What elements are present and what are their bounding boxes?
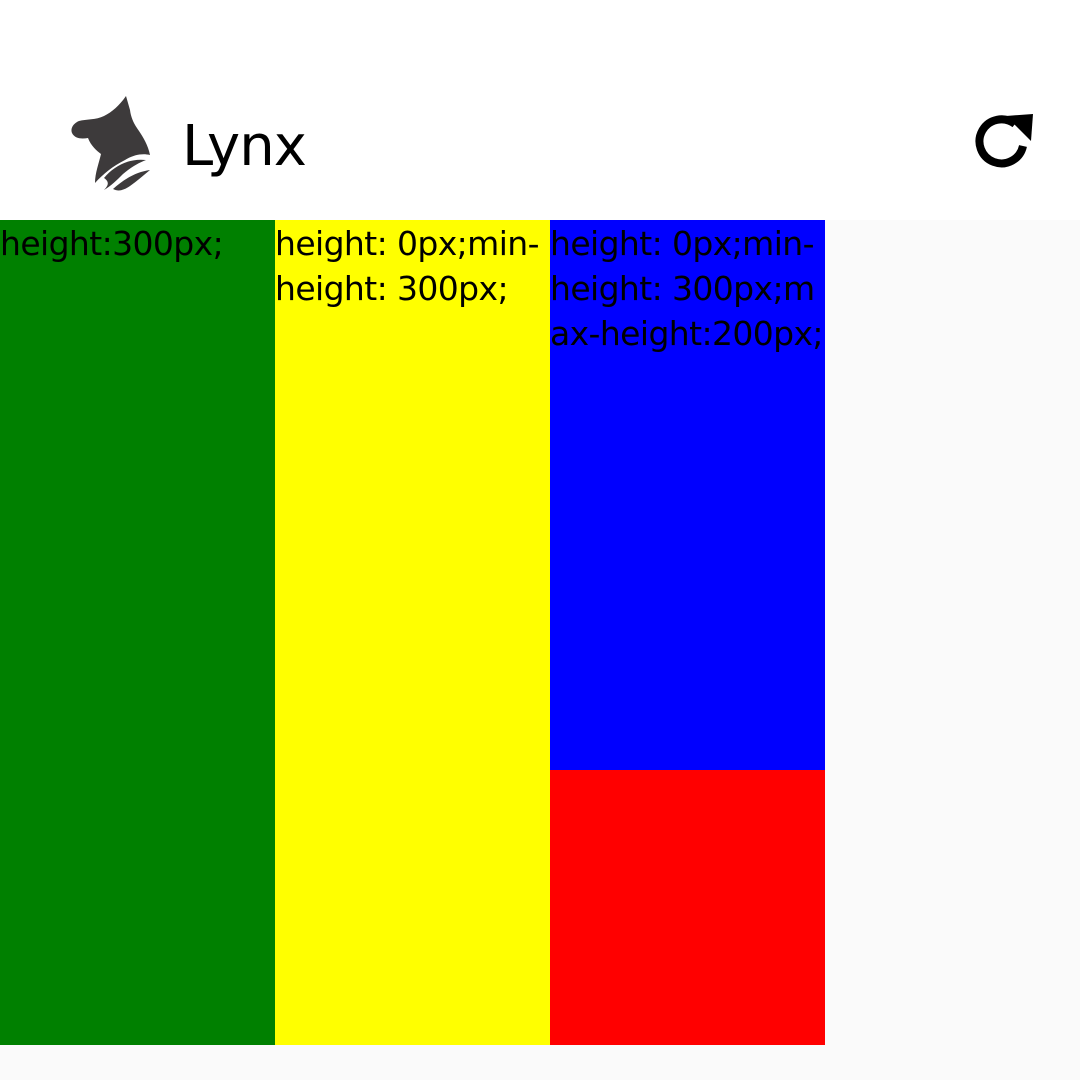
lynx-logo-icon [66,94,156,192]
app-window: Lynx height:300px; height: 0px;min-heigh… [0,0,1080,1080]
refresh-icon [972,110,1036,178]
green-box-label: height:300px; [0,224,224,263]
blue-red-column: height: 0px;min-height: 300px;max-height… [550,220,825,1045]
app-header: Lynx [0,80,1080,220]
green-column: height:300px; [0,220,275,1045]
yellow-box-label: height: 0px;min-height: 300px; [275,224,540,308]
status-bar [0,0,1080,80]
app-title: Lynx [182,114,307,179]
yellow-column: height: 0px;min-height: 300px; [275,220,550,1045]
green-box: height:300px; [0,220,275,1045]
blue-box-label: height: 0px;min-height: 300px;max-height… [550,224,824,353]
blue-box: height: 0px;min-height: 300px;max-height… [550,220,825,770]
red-box [550,770,825,1045]
red-box-label [550,770,825,771]
refresh-button[interactable] [966,106,1042,182]
yellow-box: height: 0px;min-height: 300px; [275,220,550,1045]
content-area: height:300px; height: 0px;min-height: 30… [0,220,1080,1045]
